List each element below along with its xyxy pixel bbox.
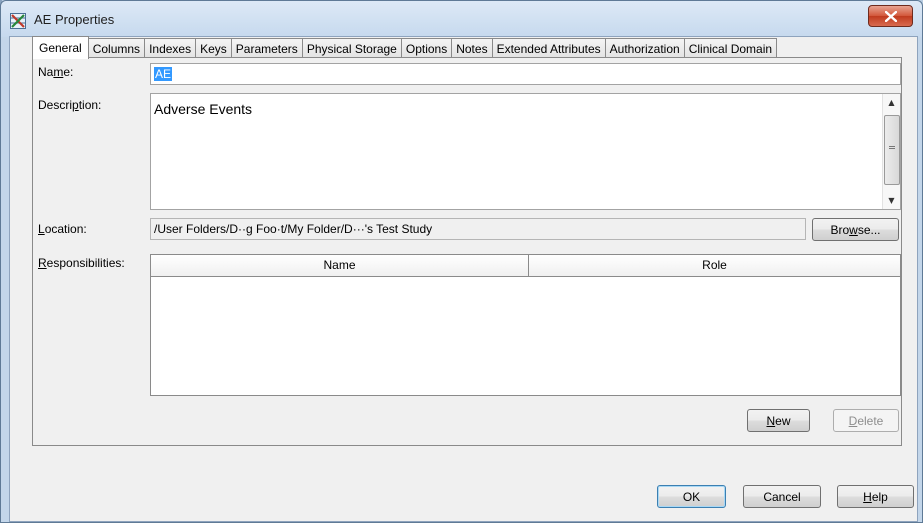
location-label: Location:: [38, 222, 87, 236]
responsibilities-label: Responsibilities:: [38, 256, 125, 270]
close-icon: [884, 10, 897, 22]
new-button[interactable]: New: [747, 409, 810, 432]
tab-options[interactable]: Options: [400, 38, 453, 59]
scroll-down-icon[interactable]: ▼: [883, 192, 900, 209]
scroll-up-icon[interactable]: ▲: [883, 94, 900, 111]
tab-notes[interactable]: Notes: [451, 38, 493, 59]
tab-parameters[interactable]: Parameters: [230, 38, 303, 59]
help-button[interactable]: Help: [837, 485, 914, 508]
scroll-thumb[interactable]: [884, 115, 900, 185]
delete-button[interactable]: Delete: [833, 409, 899, 432]
tab-physical-storage[interactable]: Physical Storage: [301, 38, 402, 59]
location-field: /User Folders/D··g Foo·t/My Folder/D···'…: [150, 218, 806, 240]
location-value: /User Folders/D··g Foo·t/My Folder/D···'…: [154, 222, 433, 236]
ok-button[interactable]: OK: [657, 485, 726, 508]
column-header-name[interactable]: Name: [151, 255, 529, 276]
tab-clinical-domain[interactable]: Clinical Domain: [683, 38, 778, 59]
tab-indexes[interactable]: Indexes: [144, 38, 197, 59]
description-value: Adverse Events: [154, 101, 253, 117]
description-field[interactable]: Adverse Events ▲ ▼: [150, 93, 901, 210]
tab-authorization[interactable]: Authorization: [604, 38, 685, 59]
tab-columns[interactable]: Columns: [87, 38, 146, 59]
name-value: AE: [154, 67, 173, 81]
window-title: AE Properties: [34, 12, 115, 27]
responsibilities-table[interactable]: Name Role: [150, 254, 901, 396]
table-x-icon: [10, 13, 26, 29]
general-panel: Name: AE Description: Adverse Events ▲ ▼…: [32, 57, 902, 446]
tab-keys[interactable]: Keys: [195, 38, 232, 59]
tab-extended-attributes[interactable]: Extended Attributes: [491, 38, 606, 59]
dialog-body: General Columns Indexes Keys Parameters …: [9, 36, 918, 522]
dialog-window: AE Properties General Columns Indexes Ke…: [0, 0, 923, 523]
browse-button[interactable]: Bro w se...: [812, 218, 899, 241]
title-bar[interactable]: AE Properties: [1, 1, 922, 37]
name-label: Name:: [38, 65, 74, 79]
cancel-button[interactable]: Cancel: [743, 485, 821, 508]
description-scrollbar[interactable]: ▲ ▼: [882, 94, 900, 209]
name-field[interactable]: AE: [150, 63, 901, 85]
column-header-role[interactable]: Role: [529, 255, 900, 276]
table-header: Name Role: [151, 255, 900, 277]
close-button[interactable]: [868, 5, 913, 27]
description-label: Description:: [38, 98, 102, 112]
tab-strip: General Columns Indexes Keys Parameters …: [32, 36, 778, 59]
tab-general[interactable]: General: [32, 36, 89, 59]
